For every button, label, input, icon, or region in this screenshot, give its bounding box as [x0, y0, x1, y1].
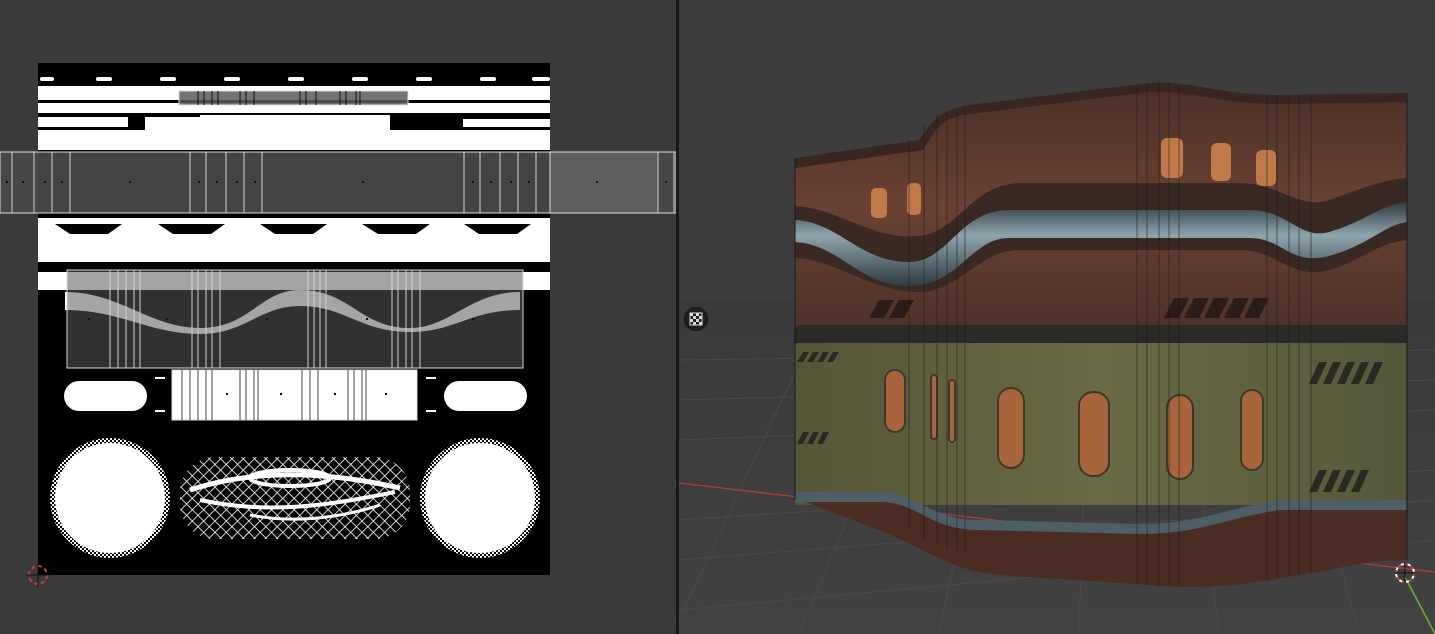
viewport-shading-toggle-button[interactable]: [684, 307, 708, 331]
viewport-canvas[interactable]: [679, 0, 1435, 634]
3d-viewport-panel[interactable]: 3D Viewport: [679, 0, 1435, 634]
uv-editor-panel[interactable]: UV Editor: [0, 0, 676, 634]
3d-cursor-icon[interactable]: [1395, 563, 1415, 583]
checker-icon: [689, 312, 703, 326]
uv-canvas[interactable]: [0, 0, 676, 634]
